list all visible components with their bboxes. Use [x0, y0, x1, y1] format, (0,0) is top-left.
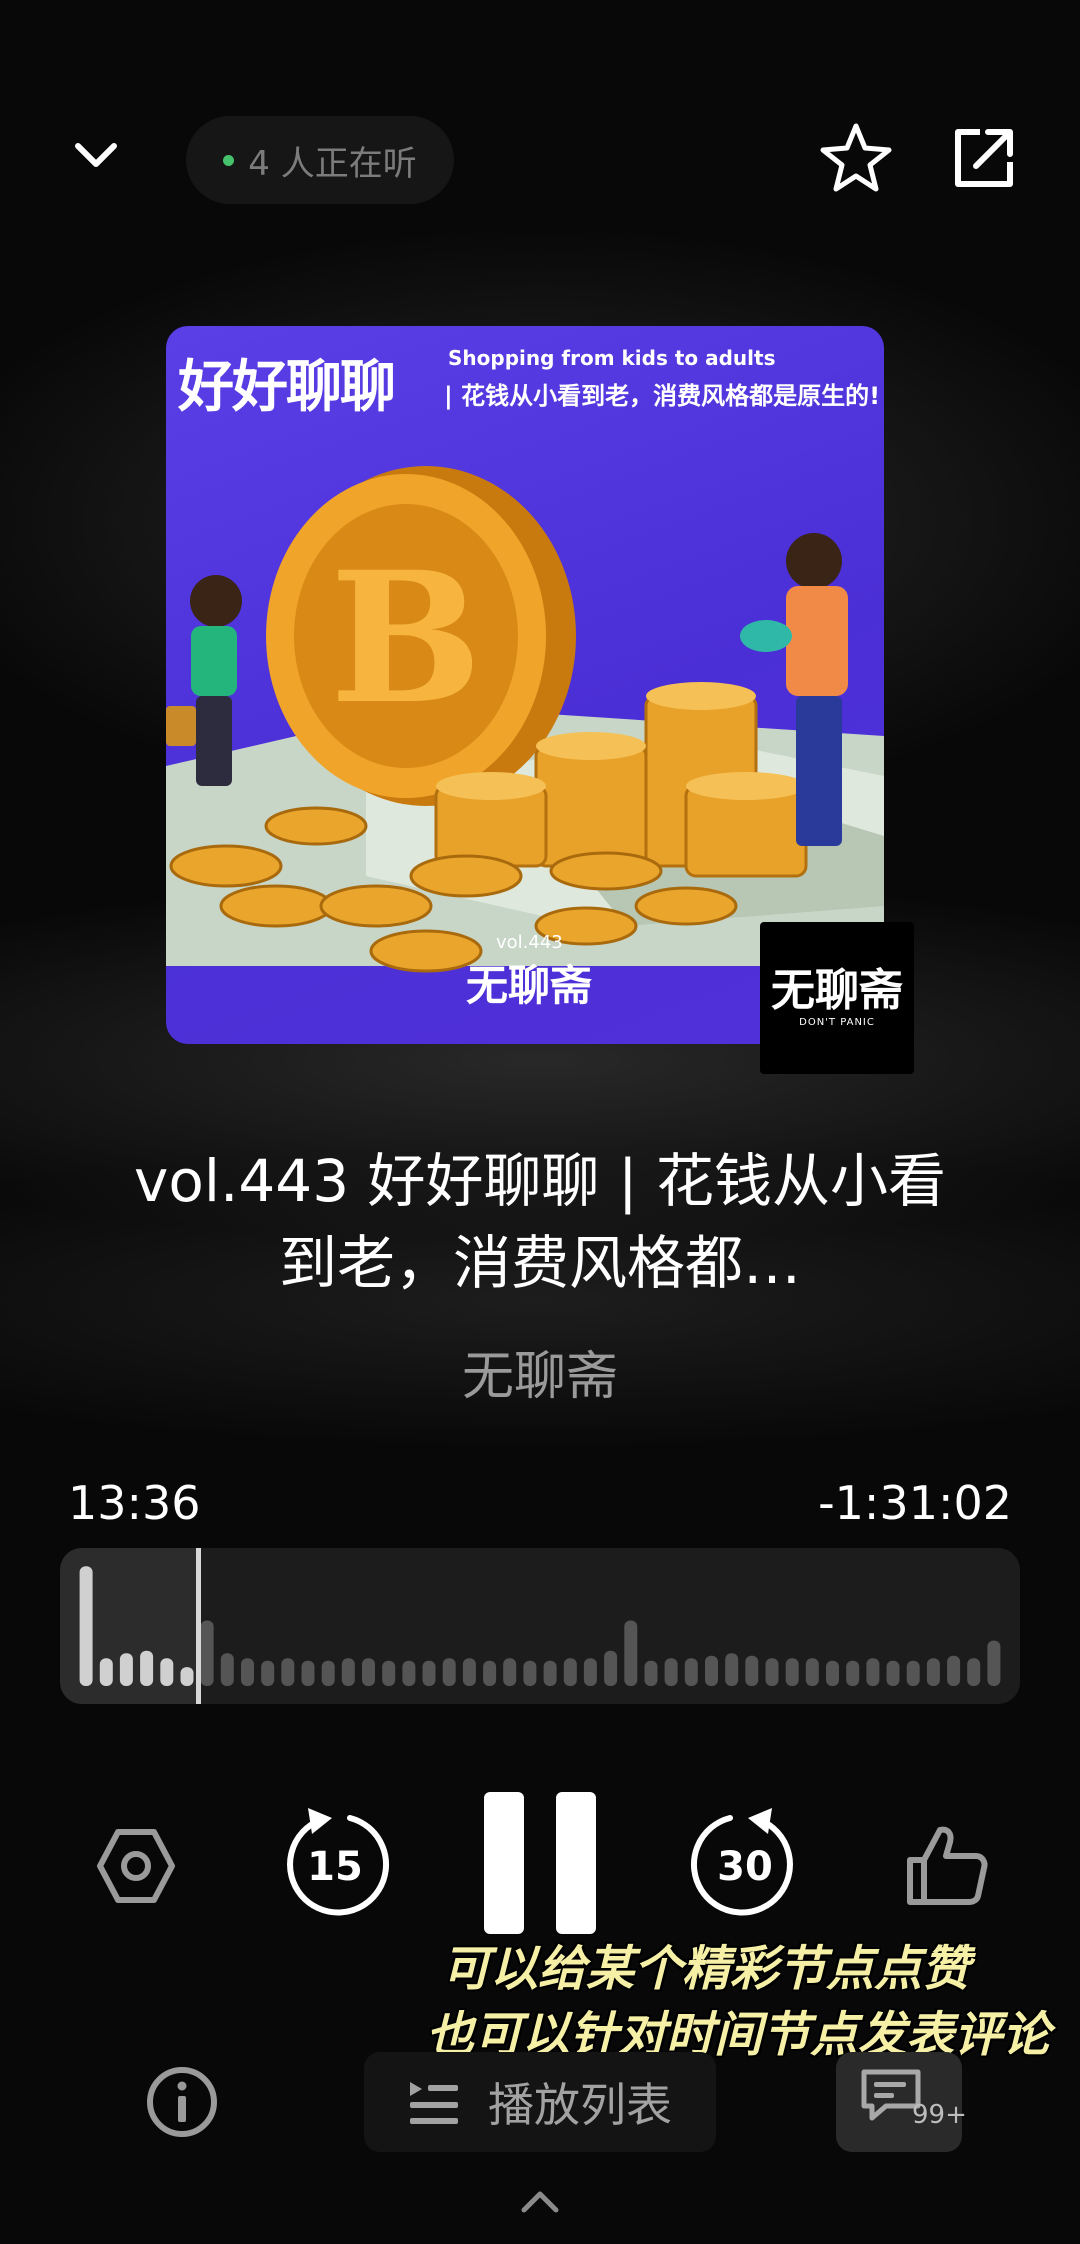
waveform-bar — [664, 1658, 678, 1686]
waveform-bar — [462, 1658, 476, 1686]
cover-subtitle-cn: | 花钱从小看到老，消费风格都是原生的! — [444, 382, 881, 410]
like-thumbs-up-icon[interactable] — [900, 1820, 990, 1910]
waveform-bar — [563, 1658, 577, 1686]
comments-button[interactable]: 99+ — [836, 2052, 967, 2152]
live-dot-icon — [223, 154, 235, 166]
tutorial-caption: 可以给某个精彩节点点赞 也可以针对时间节点发表评论 — [426, 1936, 1050, 2068]
waveform-bar — [301, 1660, 315, 1686]
waveform-bar — [866, 1658, 880, 1686]
episode-title: vol.443 好好聊聊 | 花钱从小看到老，消费风格都… — [134, 1147, 946, 1297]
waveform-bar — [705, 1655, 718, 1686]
player-screen: 4 人正在听 B 好好聊聊 Shopping from kids to adul… — [0, 0, 1080, 2244]
waveform-bar — [503, 1658, 517, 1686]
waveform-bar — [583, 1658, 597, 1686]
comments-count: 99+ — [912, 2100, 967, 2130]
waveform-bar — [483, 1660, 497, 1686]
pause-bar-left — [484, 1792, 524, 1934]
waveform-bar — [947, 1655, 961, 1686]
badge-logo: 无聊斋 — [771, 964, 903, 1016]
listeners-pill: 4 人正在听 — [186, 116, 454, 204]
waveform-bar — [644, 1660, 658, 1686]
listeners-count: 4 人正在听 — [248, 143, 417, 184]
collapse-chevron-icon[interactable] — [60, 120, 132, 192]
waveform-bar — [442, 1658, 456, 1686]
waveform-bar — [160, 1658, 174, 1686]
waveform-bar — [79, 1566, 93, 1686]
waveform-bar — [99, 1658, 113, 1686]
remaining-time: -1:31:02 — [818, 1476, 1012, 1530]
cover-title: 好好聊聊 — [178, 355, 396, 420]
waveform-bar — [906, 1660, 920, 1686]
info-icon[interactable] — [146, 2066, 218, 2138]
waveform-bar — [684, 1658, 698, 1686]
waveform-bar — [200, 1620, 214, 1686]
playhead[interactable] — [196, 1548, 201, 1704]
waveform-bar — [422, 1660, 436, 1686]
pause-button[interactable] — [484, 1792, 596, 1934]
waveform-bar — [987, 1640, 1001, 1686]
waveform-scrubber[interactable] — [60, 1548, 1020, 1704]
waveform-bar — [805, 1658, 819, 1686]
waveform-bar — [765, 1658, 779, 1686]
waveform-bar — [321, 1660, 335, 1686]
playlist-button[interactable]: 播放列表 — [364, 2052, 716, 2152]
waveform-bar — [402, 1660, 416, 1686]
rewind-15-button[interactable]: 15 — [280, 1800, 390, 1924]
waveform-bar — [281, 1658, 295, 1686]
waveform-bar — [846, 1660, 860, 1686]
waveform-bar — [926, 1658, 940, 1686]
expand-up-chevron-icon[interactable] — [518, 2186, 562, 2216]
cover-subtitle-en: Shopping from kids to adults — [448, 346, 776, 370]
waveform-bar — [725, 1653, 739, 1686]
waveform-bar — [119, 1653, 133, 1686]
waveform-bar — [785, 1658, 799, 1686]
waveform-bar — [362, 1658, 375, 1686]
cover-illustration: B — [166, 466, 884, 973]
playlist-icon — [410, 2082, 458, 2124]
waveform-bar — [220, 1653, 234, 1686]
rewind-seconds: 15 — [307, 1844, 363, 1890]
waveform-bars — [79, 1566, 1001, 1686]
waveform-bar — [886, 1660, 900, 1686]
share-icon[interactable] — [948, 122, 1020, 194]
waveform-bar — [180, 1667, 194, 1686]
cover-logo: 无聊斋 — [466, 961, 593, 1010]
waveform-bar — [341, 1658, 355, 1686]
svg-text:B: B — [330, 533, 482, 744]
waveform-bar — [967, 1658, 981, 1686]
pause-bar-right — [556, 1792, 596, 1934]
waveform-bar — [523, 1660, 537, 1686]
waveform-bar — [543, 1660, 557, 1686]
podcast-name[interactable]: 无聊斋 — [0, 1334, 1080, 1409]
waveform-bar — [140, 1650, 154, 1686]
badge-subtitle: DON'T PANIC — [799, 1016, 875, 1028]
waveform-bar — [241, 1658, 254, 1686]
forward-seconds: 30 — [717, 1844, 773, 1890]
cover-vol: vol.443 — [496, 932, 563, 953]
waveform-bar — [745, 1655, 759, 1686]
playback-settings-icon[interactable] — [94, 1824, 178, 1908]
waveform-bar — [261, 1660, 275, 1686]
waveform-bar — [624, 1620, 638, 1686]
favorite-star-icon[interactable] — [818, 120, 894, 196]
waveform-bar — [604, 1650, 618, 1686]
playlist-label: 播放列表 — [488, 2078, 672, 2132]
waveform-bar — [382, 1660, 396, 1686]
waveform-bar — [826, 1660, 839, 1686]
podcast-logo-badge: 无聊斋 DON'T PANIC — [760, 922, 914, 1074]
caption-line-1: 可以给某个精彩节点点赞 — [441, 1941, 970, 1997]
elapsed-time: 13:36 — [68, 1476, 201, 1530]
forward-30-button[interactable]: 30 — [690, 1800, 800, 1924]
